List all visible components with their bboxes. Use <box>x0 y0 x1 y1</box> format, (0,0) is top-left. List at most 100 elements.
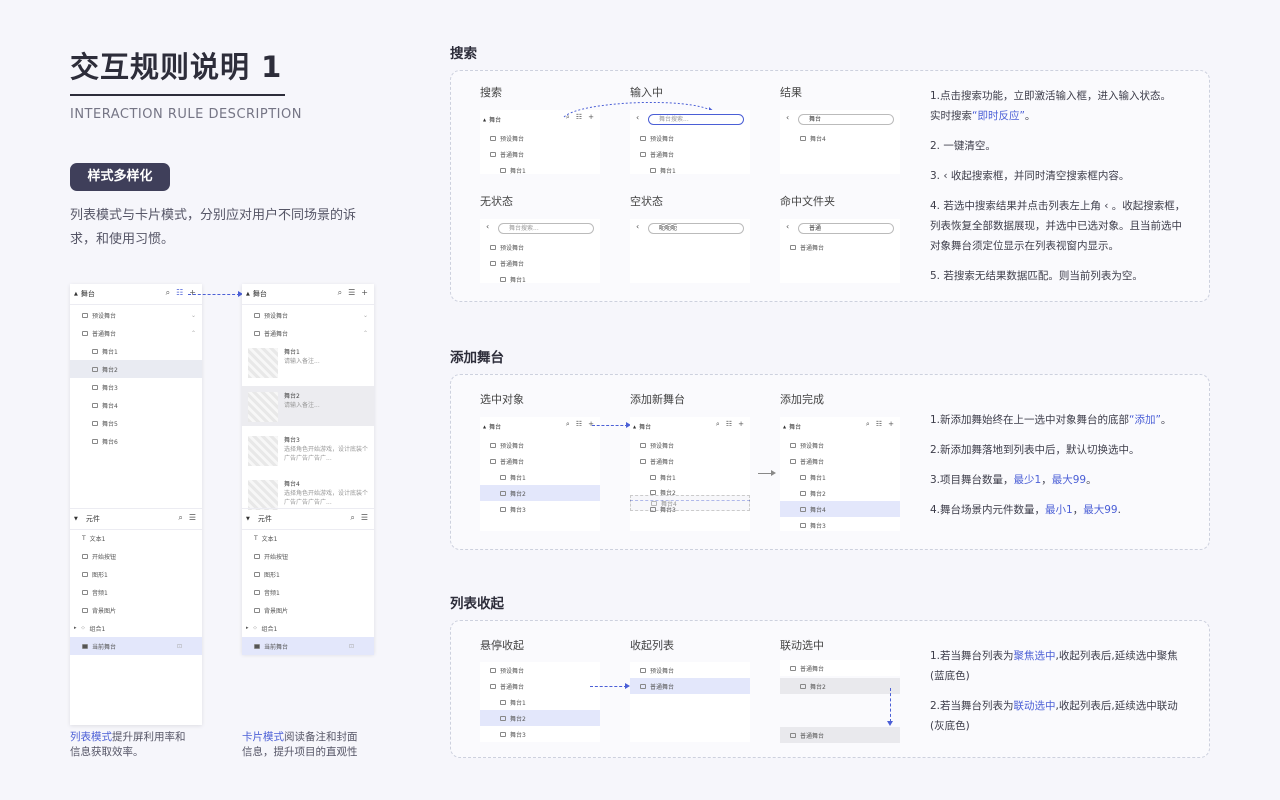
expand-icon: ▸ <box>74 625 77 631</box>
button-icon <box>254 553 260 559</box>
component-item[interactable]: 背景图片 <box>70 601 202 619</box>
shape-icon <box>254 571 260 577</box>
state-label: 添加新舞台 <box>630 393 685 406</box>
typing-mock: ‹ 舞台搜索... 预设舞台 普通舞台 舞台1 <box>630 110 750 175</box>
view-toggle-icon[interactable]: ☰ <box>348 288 355 298</box>
view-toggle-icon[interactable]: ☷ <box>576 420 582 429</box>
component-item[interactable]: 背景图片 <box>242 601 374 619</box>
list-item[interactable]: 舞台1 <box>70 342 202 360</box>
component-item[interactable]: 图形1 <box>242 565 374 583</box>
list-item[interactable]: 舞台2 <box>70 360 202 378</box>
stage-card[interactable]: 舞台2 请输入备注... <box>242 386 374 426</box>
component-item[interactable]: 图形1 <box>70 565 202 583</box>
component-item[interactable]: 开始按钮 <box>242 547 374 565</box>
search-icon[interactable]: ⌕ <box>566 420 570 429</box>
expand-icon: ▸ <box>246 625 249 631</box>
search-icon[interactable]: ⌕ <box>350 513 354 523</box>
stage-thumbnail <box>248 436 278 466</box>
state-label: 无状态 <box>480 195 513 208</box>
add-stage-notes: 1.新添加舞始终在上一选中对象舞台的底部“添加”。 2.新添加舞落地到列表中后，… <box>930 414 1172 516</box>
back-icon[interactable]: ‹ <box>636 113 639 122</box>
stage-icon <box>92 366 98 372</box>
stage-card[interactable]: 舞台3 选择角色开始游戏，设计底装个广告广告广告广... <box>242 430 374 470</box>
search-icon[interactable]: ⌕ <box>338 288 342 298</box>
search-icon[interactable]: ⌕ <box>866 420 870 429</box>
back-icon[interactable]: ‹ <box>786 113 789 122</box>
group-icon: ⁘ <box>252 624 258 632</box>
stage-icon <box>92 402 98 408</box>
component-item[interactable]: T 文本1 <box>70 529 202 547</box>
component-item[interactable]: ▸ ⁘ 组合1 <box>70 619 202 637</box>
add-icon[interactable]: + <box>738 420 744 429</box>
search-input[interactable]: 呃呃呃 <box>648 223 744 234</box>
list-item[interactable]: 预设舞台 ⌄ <box>70 306 202 324</box>
list-item[interactable]: 舞台4 <box>70 396 202 414</box>
title-underline <box>70 94 285 96</box>
view-toggle-icon[interactable]: ☷ <box>876 420 882 429</box>
list-item[interactable]: 预设舞台 ⌄ <box>242 306 374 324</box>
add-new-mock: ▲ 舞台 ⌕ ☷ + 预设舞台 普通舞台 舞台1 舞台2 舞台4 舞台3 <box>630 417 750 531</box>
folder-hit-mock: ‹ 普通 普通舞台 <box>780 219 900 283</box>
linked-select-mock: 普通舞台 舞台2 普通舞台 <box>780 660 900 743</box>
page-subtitle: INTERACTION RULE DESCRIPTION <box>70 107 302 122</box>
component-item[interactable]: T 文本1 <box>242 529 374 547</box>
component-item[interactable]: 开始按钮 <box>70 547 202 565</box>
view-toggle-icon[interactable]: ☷ <box>726 420 732 429</box>
empty-state-mock: ‹ 呃呃呃 <box>630 219 750 283</box>
add-icon[interactable]: + <box>361 288 368 298</box>
add-icon[interactable]: + <box>189 288 196 298</box>
search-input[interactable]: 舞台 <box>798 114 894 125</box>
search-icon[interactable]: ⌕ <box>166 288 170 298</box>
filter-icon[interactable]: ☰ <box>189 513 196 523</box>
filter-icon[interactable]: ☰ <box>361 513 368 523</box>
component-item[interactable]: 音频1 <box>242 583 374 601</box>
stage-thumbnail <box>248 348 278 378</box>
audio-icon <box>254 589 260 595</box>
back-icon[interactable]: ‹ <box>486 222 489 231</box>
component-item[interactable]: ▸ ⁘ 组合1 <box>242 619 374 637</box>
chevron-up-icon: ⌃ <box>190 329 196 337</box>
select-object-mock: ▲ 舞台 ⌕ ☷ + 预设舞台 普通舞台 舞台1 舞台2 舞台3 <box>480 417 600 531</box>
search-mock: ▲ 舞台 ⌕ ☷ + 预设舞台 普通舞台 舞台1 <box>480 110 600 175</box>
list-item[interactable]: 普通舞台 ⌃ <box>70 324 202 342</box>
stage-icon <box>254 643 260 649</box>
collapse-notes: 1.若当舞台列表为聚焦选中,收起列表后,延续选中聚焦(蓝底色) 2.若当舞台列表… <box>930 650 1178 732</box>
state-label: 搜索 <box>480 86 502 99</box>
page-title: 交互规则说明 1 <box>70 50 283 84</box>
state-label: 空状态 <box>630 195 663 208</box>
search-input[interactable]: 舞台搜索... <box>648 114 744 125</box>
text-icon: T <box>82 534 86 542</box>
folder-icon <box>254 330 260 336</box>
component-item[interactable]: 音频1 <box>70 583 202 601</box>
search-notes: 1.点击搜索功能，立即激活输入框，进入输入状态。 实时搜索“即时反应”。 2. 一… <box>930 90 1186 282</box>
list-item[interactable]: 普通舞台 ⌃ <box>242 324 374 342</box>
lock-icon[interactable]: ⊡ <box>349 643 354 650</box>
audio-icon <box>82 589 88 595</box>
add-icon[interactable]: + <box>888 420 894 429</box>
search-icon[interactable]: ⌕ <box>178 513 182 523</box>
stage-header-title: 舞台 <box>80 290 95 298</box>
image-icon <box>82 607 88 613</box>
folder-icon <box>254 312 260 318</box>
component-item[interactable]: 当前舞台 ⊡ <box>242 637 374 655</box>
view-toggle-icon[interactable]: ☷ <box>176 288 183 298</box>
chevron-down-icon: ⌄ <box>362 311 368 319</box>
state-label: 收起列表 <box>630 639 674 652</box>
list-item[interactable]: 舞台5 <box>70 414 202 432</box>
stage-icon <box>92 438 98 444</box>
collapsed-list-mock: 预设舞台 普通舞台 <box>630 662 750 742</box>
back-icon[interactable]: ‹ <box>636 222 639 231</box>
stage-card[interactable]: 舞台1 请输入备注... <box>242 342 374 382</box>
list-item[interactable]: 舞台3 <box>70 378 202 396</box>
back-icon[interactable]: ‹ <box>786 222 789 231</box>
result-mock: ‹ 舞台 舞台4 <box>780 110 900 174</box>
search-input[interactable]: 普通 <box>798 223 894 234</box>
collapse-heading: 列表收起 <box>450 596 504 612</box>
component-item[interactable]: 当前舞台 ⊡ <box>70 637 202 655</box>
list-mode-panel: ▲ 舞台 ⌕ ☷ + 预设舞台 ⌄ 普通舞台 ⌃ 舞台1 舞台2 舞台3 舞台4 舞台… <box>70 284 202 725</box>
search-input[interactable]: 舞台搜索... <box>498 223 594 234</box>
search-icon[interactable]: ⌕ <box>716 420 720 429</box>
state-label: 命中文件夹 <box>780 195 835 208</box>
lock-icon[interactable]: ⊡ <box>177 643 182 650</box>
list-item[interactable]: 舞台6 <box>70 432 202 450</box>
